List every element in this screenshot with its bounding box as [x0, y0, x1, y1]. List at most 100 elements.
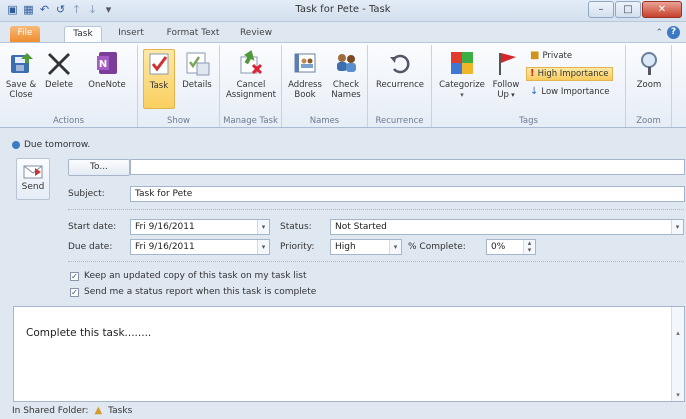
address-book-button[interactable]: Address Book — [286, 49, 324, 100]
minimize-ribbon-icon[interactable]: ⌃ — [655, 28, 663, 38]
group-recurrence: Recurrence Recurrence — [368, 45, 432, 127]
percent-complete-value: 0% — [491, 242, 506, 252]
onenote-icon: N — [93, 49, 121, 77]
check-names-button[interactable]: Check Names — [328, 49, 364, 100]
group-tags-label: Tags — [519, 116, 538, 126]
spinner-icon[interactable]: ▴ ▾ — [523, 240, 535, 254]
status-bar: In Shared Folder: ▲ Tasks — [0, 402, 686, 419]
close-button[interactable]: ✕ — [642, 1, 682, 18]
chevron-down-icon[interactable]: ▾ — [257, 240, 269, 254]
flag-icon — [492, 49, 520, 77]
delete-button[interactable]: Delete — [42, 49, 76, 90]
group-show: Task Details Show — [138, 45, 220, 127]
status-value: Not Started — [335, 222, 387, 232]
task-view-button[interactable]: Task — [143, 49, 175, 109]
low-importance-button[interactable]: ↓ Low Importance — [530, 85, 610, 99]
keep-copy-label: Keep an updated copy of this task on my … — [84, 271, 307, 281]
low-importance-label: Low Importance — [541, 87, 610, 97]
vertical-scrollbar[interactable]: ▴ ▾ — [671, 307, 684, 401]
group-zoom-label: Zoom — [636, 116, 661, 126]
chevron-down-icon[interactable]: ▾ — [671, 220, 683, 234]
onenote-button[interactable]: N OneNote — [82, 49, 132, 90]
checkbox-checked-icon[interactable]: ✓ — [70, 287, 79, 297]
follow-up-label-1: Follow — [492, 80, 520, 90]
shared-folder-label: In Shared Folder: — [12, 405, 89, 416]
start-date-field[interactable]: Fri 9/16/2011 ▾ — [130, 219, 270, 235]
save-close-icon — [7, 49, 35, 77]
chevron-down-icon[interactable]: ▾ — [389, 240, 401, 254]
due-date-field[interactable]: Fri 9/16/2011 ▾ — [130, 239, 270, 255]
cancel-assignment-button[interactable]: Cancel Assignment — [224, 49, 278, 100]
cancel-assignment-label-2: Assignment — [225, 90, 277, 100]
address-book-label-1: Address — [288, 80, 322, 90]
maximize-button[interactable]: □ — [615, 1, 641, 18]
percent-complete-field[interactable]: 0% ▴ ▾ — [486, 239, 536, 255]
status-label: Status: — [280, 222, 312, 232]
group-actions-label: Actions — [52, 116, 85, 126]
to-button[interactable]: To... — [68, 159, 130, 176]
follow-up-label-2-wrap: Up ▾ — [490, 90, 522, 100]
scroll-down-icon[interactable]: ▾ — [672, 391, 684, 399]
group-names-label: Names — [309, 116, 340, 126]
follow-up-button[interactable]: Follow Up ▾ — [490, 49, 522, 100]
private-button[interactable]: ■ Private — [530, 49, 572, 63]
zoom-label: Zoom — [636, 80, 662, 90]
check-names-icon — [332, 49, 360, 77]
to-field[interactable] — [130, 159, 685, 175]
details-button[interactable]: Details — [180, 49, 214, 90]
group-zoom: Zoom Zoom — [626, 45, 672, 127]
delete-label: Delete — [45, 80, 73, 90]
high-importance-label: High Importance — [537, 69, 609, 79]
send-button[interactable]: Send — [16, 158, 50, 200]
status-select[interactable]: Not Started ▾ — [330, 219, 684, 235]
checkbox-checked-icon[interactable]: ✓ — [70, 271, 79, 281]
minimize-button[interactable]: – — [588, 1, 614, 18]
delete-icon — [45, 49, 73, 77]
private-label: Private — [542, 51, 573, 61]
help-icon[interactable]: ? — [667, 26, 680, 39]
save-close-label-1: Save & — [5, 80, 37, 90]
info-icon — [12, 141, 20, 149]
categorize-button[interactable]: Categorize ▾ — [436, 49, 488, 100]
zoom-button[interactable]: Zoom — [630, 49, 668, 90]
window-title: Task for Pete - Task — [295, 4, 391, 15]
save-close-button[interactable]: Save & Close — [4, 49, 38, 100]
title-bar: ▣ ▦ ↶ ↺ ↑ ↓ ▾ Task for Pete - Task – □ ✕ — [0, 0, 686, 22]
tab-format-text[interactable]: Format Text — [162, 26, 224, 42]
check-names-label-2: Names — [331, 90, 361, 100]
svg-text:N: N — [99, 59, 107, 70]
priority-select[interactable]: High ▾ — [330, 239, 402, 255]
check-names-label-1: Check — [332, 80, 360, 90]
recurrence-button[interactable]: Recurrence — [372, 49, 428, 90]
exclamation-icon: ! — [530, 68, 535, 79]
task-body-editor[interactable]: Complete this task........ ▴ ▾ — [13, 306, 685, 402]
group-show-label: Show — [167, 116, 190, 126]
info-bar-text: Due tomorrow. — [24, 140, 91, 150]
details-icon — [183, 49, 211, 77]
shared-folder-name[interactable]: Tasks — [108, 406, 132, 416]
high-importance-button[interactable]: ! High Importance — [526, 67, 613, 81]
info-bar: Due tomorrow. — [12, 140, 90, 150]
scroll-up-icon[interactable]: ▴ — [672, 329, 684, 337]
subject-field[interactable]: Task for Pete — [130, 186, 685, 202]
onenote-label: OneNote — [88, 80, 126, 90]
send-report-checkbox[interactable]: ✓ Send me a status report when this task… — [70, 287, 316, 297]
priority-label: Priority: — [280, 242, 315, 252]
tab-review[interactable]: Review — [236, 26, 276, 42]
task-icon — [145, 50, 173, 78]
details-label: Details — [182, 80, 212, 90]
due-date-label: Due date: — [68, 242, 113, 252]
tab-task[interactable]: Task — [64, 26, 102, 42]
chevron-down-icon[interactable]: ▾ — [257, 220, 269, 234]
ribbon: Save & Close Delete N OneNote Actions Ta… — [0, 42, 686, 128]
start-date-label: Start date: — [68, 222, 117, 232]
group-tags: Categorize ▾ Follow Up ▾ ■ Private ! Hig… — [432, 45, 626, 127]
task-view-label: Task — [149, 81, 169, 91]
keep-copy-checkbox[interactable]: ✓ Keep an updated copy of this task on m… — [70, 271, 307, 281]
group-manage-task: Cancel Assignment Manage Task — [220, 45, 282, 127]
categorize-icon — [448, 49, 476, 77]
follow-up-label-2: Up — [497, 90, 509, 100]
send-report-label: Send me a status report when this task i… — [84, 287, 317, 297]
tab-file[interactable]: File — [10, 26, 40, 42]
tab-insert[interactable]: Insert — [112, 26, 150, 42]
